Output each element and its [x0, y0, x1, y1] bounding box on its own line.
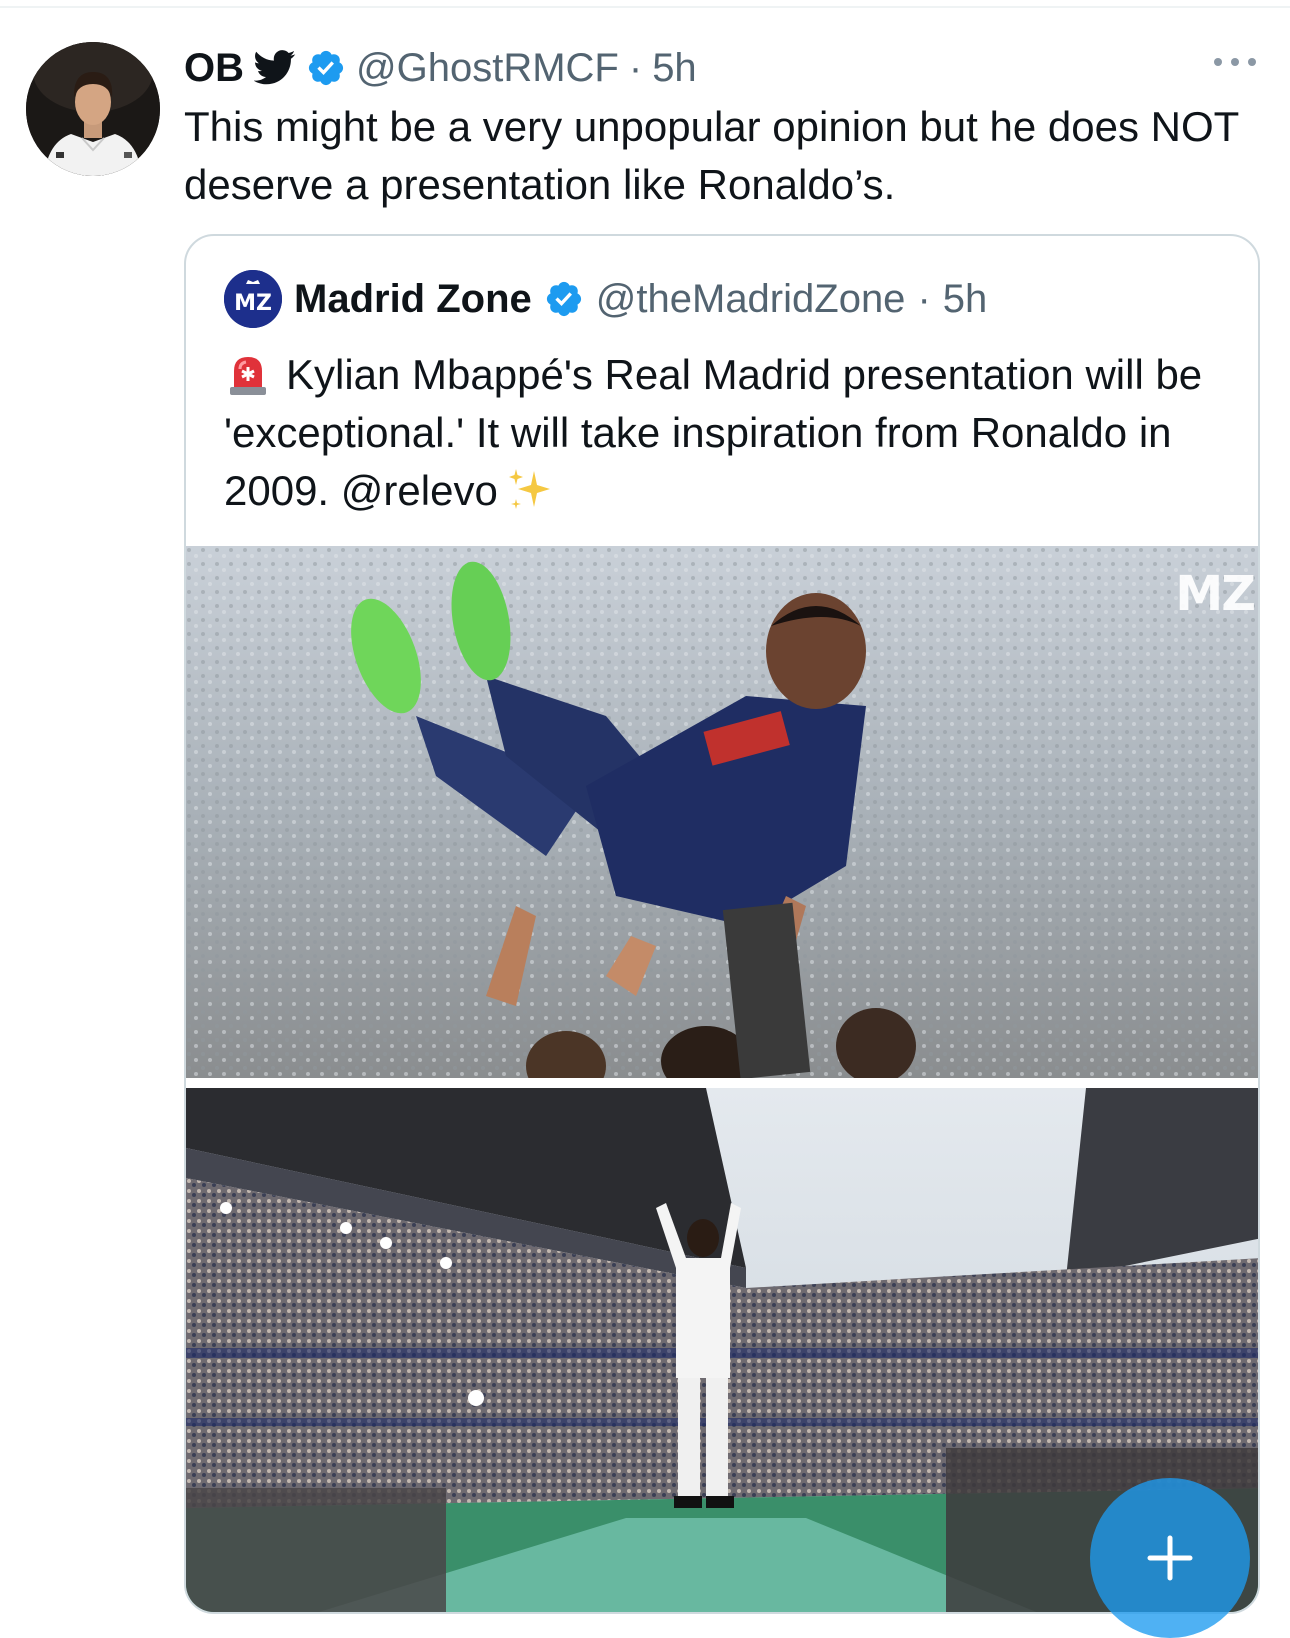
- more-icon[interactable]: [1210, 52, 1260, 72]
- quoted-tweet-time[interactable]: 5h: [943, 277, 988, 322]
- author-handle[interactable]: @GhostRMCF: [356, 46, 619, 91]
- tweet-time[interactable]: 5h: [652, 46, 697, 91]
- quoted-author-handle[interactable]: @theMadridZone: [596, 277, 906, 322]
- mz-watermark: MZ: [1175, 566, 1256, 622]
- quoted-tweet-header: MZ Madrid Zone @theMadridZone · 5h: [224, 270, 988, 328]
- logo-text: MZ: [234, 291, 272, 316]
- verified-icon: [306, 48, 346, 88]
- compose-button[interactable]: [1090, 1478, 1250, 1638]
- separator-dot: ·: [628, 45, 643, 90]
- avatar[interactable]: [26, 42, 160, 176]
- siren-icon: [224, 349, 272, 397]
- separator-dot: ·: [917, 276, 931, 321]
- sparkle-icon: [504, 465, 554, 515]
- quoted-author-name[interactable]: Madrid Zone: [294, 277, 532, 322]
- tweet[interactable]: OB @GhostRMCF · 5h This might be a very …: [0, 0, 1290, 1638]
- player-celebration-photo[interactable]: MZ: [186, 546, 1258, 1078]
- bird-icon: [253, 50, 296, 86]
- madrid-zone-logo[interactable]: MZ: [224, 270, 282, 328]
- tweet-header: OB @GhostRMCF · 5h: [184, 40, 697, 96]
- quoted-tweet[interactable]: MZ Madrid Zone @theMadridZone · 5h Kylia…: [184, 234, 1260, 1614]
- plus-icon: [1147, 1535, 1193, 1581]
- quoted-tweet-text: Kylian Mbappé's Real Madrid presentation…: [224, 346, 1234, 520]
- quoted-text-body: Kylian Mbappé's Real Madrid presentation…: [224, 351, 1203, 514]
- tweet-text: This might be a very unpopular opinion b…: [184, 103, 1239, 208]
- author-name[interactable]: OB: [184, 46, 244, 91]
- verified-icon: [544, 279, 584, 319]
